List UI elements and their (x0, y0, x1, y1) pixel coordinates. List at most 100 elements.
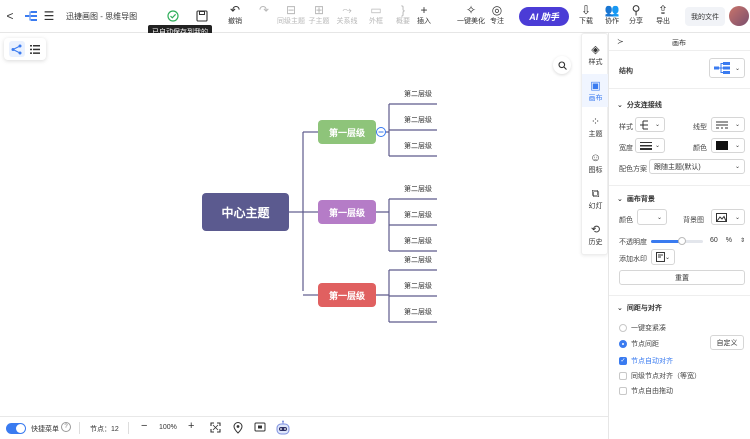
toolbar-tool-4[interactable]: ⤳ 关系线 (331, 3, 363, 31)
chevron-down-icon: ⌄ (617, 102, 623, 109)
second-level-node[interactable]: 第二层级 (404, 141, 432, 151)
bg-color-select[interactable]: ⌄ (637, 209, 667, 225)
side-tab-label: 画布 (588, 95, 603, 102)
bg-color-label: 颜色 (619, 217, 633, 224)
reset-button[interactable]: 重置 (619, 270, 745, 285)
avatar[interactable] (729, 6, 749, 26)
document-title[interactable]: 迅捷画图 - 思维导图 (66, 11, 137, 22)
line-color-label: 颜色 (693, 145, 707, 152)
compact-option[interactable]: 一键变紧凑 (619, 323, 666, 333)
toolbar-right-0[interactable]: ⇩ 下载 (574, 3, 598, 31)
line-type-label: 线型 (693, 124, 707, 131)
location-icon[interactable] (233, 422, 243, 434)
ai-assistant-button[interactable]: AI 助手 (519, 7, 569, 26)
radio-icon[interactable] (619, 324, 627, 333)
line-style-select[interactable]: ⌄ (635, 117, 665, 132)
first-level-node[interactable]: 第一层级 (318, 120, 376, 144)
opacity-unit: % (725, 237, 732, 244)
toolbar-tool-0[interactable]: ↶ 撤销 (219, 3, 251, 31)
checkbox-icon[interactable] (619, 387, 627, 396)
line-style-icon (640, 120, 648, 129)
toolbar-tool-icon: ⊟ (285, 3, 297, 17)
side-tab-4[interactable]: ⧉ 幻灯 (582, 182, 609, 215)
toolbar-tool-9[interactable]: ◎ 专注 (482, 3, 512, 31)
side-tab-1[interactable]: ▣ 画布 (582, 74, 609, 107)
same-level-align-option[interactable]: 同级节点对齐（等宽） (619, 371, 701, 381)
top-toolbar: < ☰ 迅捷画图 - 思维导图 已自动保存到我的 ↶撤销↷⊟同级主题⊞子主题⤳关… (0, 0, 750, 39)
presentation-icon[interactable] (254, 422, 266, 433)
toolbar-right-icon: 👥 (604, 3, 620, 17)
toolbar-right-2[interactable]: ⚲ 分享 (624, 3, 648, 31)
shortcut-menu-toggle[interactable] (6, 423, 26, 434)
chevron-down-icon: ⌄ (654, 143, 660, 149)
auto-align-option[interactable]: ✓ 节点自动对齐 (619, 356, 673, 366)
opacity-slider[interactable] (651, 237, 703, 245)
line-type-select[interactable]: ⌄ (711, 117, 745, 132)
spacing-section[interactable]: ⌄ 间距与对齐 (617, 303, 662, 313)
line-width-select[interactable]: ⌄ (635, 138, 665, 153)
zoom-out-button[interactable]: − (141, 420, 147, 432)
side-tab-label: 主题 (588, 131, 603, 138)
robot-assistant-icon[interactable] (275, 420, 291, 436)
second-level-node[interactable]: 第二层级 (404, 307, 432, 317)
center-topic-node[interactable]: 中心主题 (202, 193, 289, 231)
menu-icon[interactable]: ☰ (42, 9, 56, 23)
fit-screen-icon[interactable] (210, 422, 221, 433)
color-scheme-value: 跟随主题(默认) (654, 163, 701, 171)
opacity-value: 60 (710, 237, 718, 244)
toolbar-right-1[interactable]: 👥 协作 (600, 3, 624, 31)
side-tab-bar: ◈ 样式 ▣ 画布 ⁘ 主题 ☺ 图标 ⧉ 幻灯 ⟲ 历史 (581, 33, 609, 255)
collapse-toggle[interactable] (376, 127, 386, 137)
checkbox-checked-icon[interactable]: ✓ (619, 357, 627, 366)
line-color-select[interactable]: ⌄ (711, 138, 745, 153)
free-drag-option[interactable]: 节点自由拖动 (619, 386, 673, 396)
second-level-node[interactable]: 第二层级 (404, 115, 432, 125)
first-level-node[interactable]: 第一层级 (318, 200, 376, 224)
canvas-bg-section[interactable]: ⌄ 画布背景 (617, 194, 655, 204)
back-icon[interactable]: < (4, 9, 16, 23)
structure-select[interactable]: ⌄ (709, 58, 745, 78)
second-level-node[interactable]: 第二层级 (404, 281, 432, 291)
side-tab-0[interactable]: ◈ 样式 (582, 38, 609, 71)
toolbar-right-label: 分享 (629, 18, 643, 25)
color-scheme-select[interactable]: 跟随主题(默认) ⌄ (649, 159, 745, 174)
watermark-select[interactable]: ⌄ (651, 249, 675, 265)
color-swatch (716, 141, 728, 150)
second-level-node[interactable]: 第二层级 (404, 210, 432, 220)
side-tab-label: 图标 (588, 167, 603, 174)
second-level-node[interactable]: 第二层级 (404, 184, 432, 194)
chevron-down-icon: ⌄ (734, 214, 740, 221)
side-tab-3[interactable]: ☺ 图标 (582, 146, 609, 179)
stepper-icon[interactable]: ⇕ (740, 237, 745, 244)
toolbar-right-3[interactable]: ⇪ 导出 (651, 3, 675, 31)
bg-image-select[interactable]: ⌄ (711, 209, 745, 225)
toolbar-tool-label: 专注 (490, 18, 504, 25)
second-level-node[interactable]: 第二层级 (404, 89, 432, 99)
second-level-node[interactable]: 第二层级 (404, 255, 432, 265)
zoom-level[interactable]: 100% (159, 424, 177, 431)
my-files-button[interactable]: 我的文件 (685, 7, 725, 26)
radio-checked-icon[interactable] (619, 340, 627, 349)
mindmap-canvas[interactable]: 中心主题 第一层级 第二层级 第二层级 第二层级 第一层级 第二层级 第二层级 第二层级 第一层… (0, 33, 608, 416)
zoom-in-button[interactable]: + (188, 420, 194, 432)
side-tab-2[interactable]: ⁘ 主题 (582, 110, 609, 143)
opacity-input[interactable]: 60 % ⇕ (710, 233, 745, 248)
checkbox-icon[interactable] (619, 372, 627, 381)
side-tab-5[interactable]: ⟲ 历史 (582, 218, 609, 251)
branch-line-section[interactable]: ⌄ 分支连接线 (617, 100, 662, 110)
bg-image-label: 背景图 (683, 217, 704, 224)
second-level-node[interactable]: 第二层级 (404, 236, 432, 246)
spacing-option[interactable]: 节点间距 (619, 339, 659, 349)
toolbar-tool-label: 撤销 (228, 18, 242, 25)
toolbar-right-icon: ⚲ (631, 3, 641, 17)
collapse-panel-icon[interactable]: ≻ (617, 37, 624, 46)
outline-logo-icon[interactable] (24, 9, 38, 23)
chevron-down-icon: ⌄ (734, 122, 740, 128)
line-width-icon (640, 141, 652, 150)
toolbar-tool-7[interactable]: + 插入 (408, 3, 440, 31)
toolbar-tool-icon: ↷ (258, 3, 270, 17)
opacity-slider-thumb[interactable] (678, 237, 687, 245)
custom-spacing-button[interactable]: 自定义 (710, 335, 744, 350)
help-icon[interactable]: ? (61, 422, 71, 432)
first-level-node[interactable]: 第一层级 (318, 283, 376, 307)
